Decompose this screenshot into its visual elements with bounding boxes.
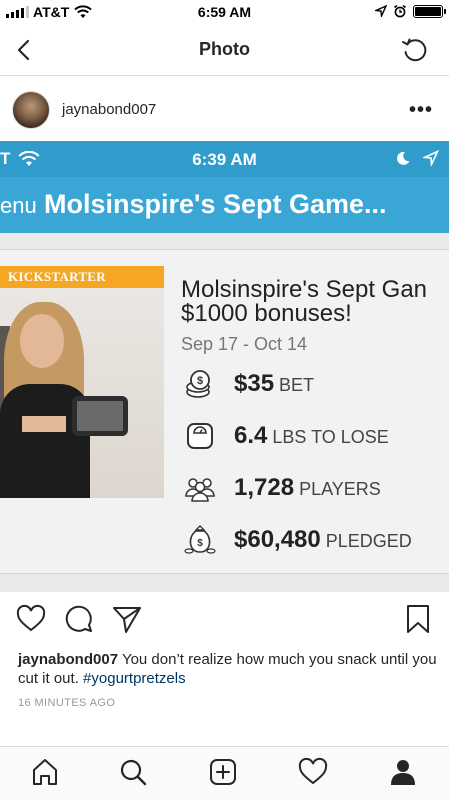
photo-status-right	[395, 150, 439, 166]
more-options-icon[interactable]: •••	[409, 99, 433, 122]
stat-players-value: 1,728 PLAYERS	[234, 474, 381, 501]
new-post-icon[interactable]	[208, 757, 238, 787]
stat-weight-value: 6.4 LBS TO LOSE	[234, 422, 389, 449]
game-dates: Sep 17 - Oct 14	[181, 334, 308, 354]
activity-heart-icon[interactable]	[298, 757, 328, 787]
post-username[interactable]: jaynabond007	[62, 101, 156, 118]
caption-hashtag[interactable]: #yogurtpretzels	[83, 670, 186, 687]
photo-location-icon	[423, 150, 439, 166]
nav-bar: Photo	[0, 24, 449, 76]
game-image: KICKSTARTER	[0, 266, 164, 498]
stat-pledged: $ $60,480 PLEDGED	[182, 522, 449, 562]
refresh-icon[interactable]	[399, 34, 431, 66]
search-icon[interactable]	[118, 757, 148, 787]
caption-username[interactable]: jaynabond007	[18, 651, 118, 668]
person-waist	[22, 416, 66, 432]
share-icon[interactable]	[112, 604, 142, 634]
photo-menu-label: enu	[0, 193, 37, 218]
page-title: Photo	[199, 39, 250, 59]
stat-bet: $ $35 BET	[182, 366, 449, 406]
comment-icon[interactable]	[64, 604, 94, 634]
stat-pledged-value: $60,480 PLEDGED	[234, 526, 412, 553]
scale-icon	[187, 423, 213, 449]
money-bag-icon: $	[184, 525, 216, 554]
like-heart-icon[interactable]	[16, 604, 46, 634]
stat-bet-value: $35 BET	[234, 370, 315, 397]
players-icon	[185, 478, 215, 502]
bookmark-icon[interactable]	[403, 604, 433, 634]
moon-icon	[397, 151, 410, 165]
game-title: Molsinspire's Sept Gan	[181, 276, 428, 303]
kickstarter-banner: KICKSTARTER	[0, 266, 164, 288]
post-photo[interactable]: T 6:39 AM enu Molsinspire's Sept Game...…	[0, 141, 449, 592]
game-card: KICKSTARTER Molsinspire's Sept Gan $1000…	[0, 249, 449, 574]
person-face	[20, 314, 64, 368]
coins-icon: $	[186, 370, 210, 398]
svg-text:$: $	[197, 538, 203, 549]
held-scale	[72, 396, 128, 436]
status-right	[375, 4, 446, 18]
stat-weight: 6.4 LBS TO LOSE	[182, 418, 449, 458]
post-timestamp: 16 MINUTES AGO	[18, 697, 116, 709]
profile-icon[interactable]	[388, 757, 418, 787]
battery-icon	[413, 4, 446, 18]
stat-players: 1,728 PLAYERS	[182, 470, 449, 510]
location-arrow-icon	[375, 5, 387, 17]
post-actions	[0, 600, 449, 640]
game-subtitle: $1000 bonuses!	[181, 300, 352, 327]
svg-text:$: $	[197, 375, 203, 387]
post-caption: jaynabond007 You don’t realize how much …	[18, 650, 438, 688]
photo-status-time: 6:39 AM	[192, 150, 257, 169]
photo-app-header: enu Molsinspire's Sept Game...	[0, 177, 449, 233]
tab-bar	[0, 746, 449, 800]
status-bar: AT&T 6:59 AM	[0, 0, 449, 24]
post-header: jaynabond007 •••	[0, 77, 449, 141]
photo-status-bar: T 6:39 AM	[0, 141, 449, 177]
alarm-icon	[394, 4, 406, 18]
home-icon[interactable]	[30, 757, 60, 787]
avatar[interactable]	[12, 91, 50, 129]
photo-header-title: Molsinspire's Sept Game...	[44, 189, 387, 219]
